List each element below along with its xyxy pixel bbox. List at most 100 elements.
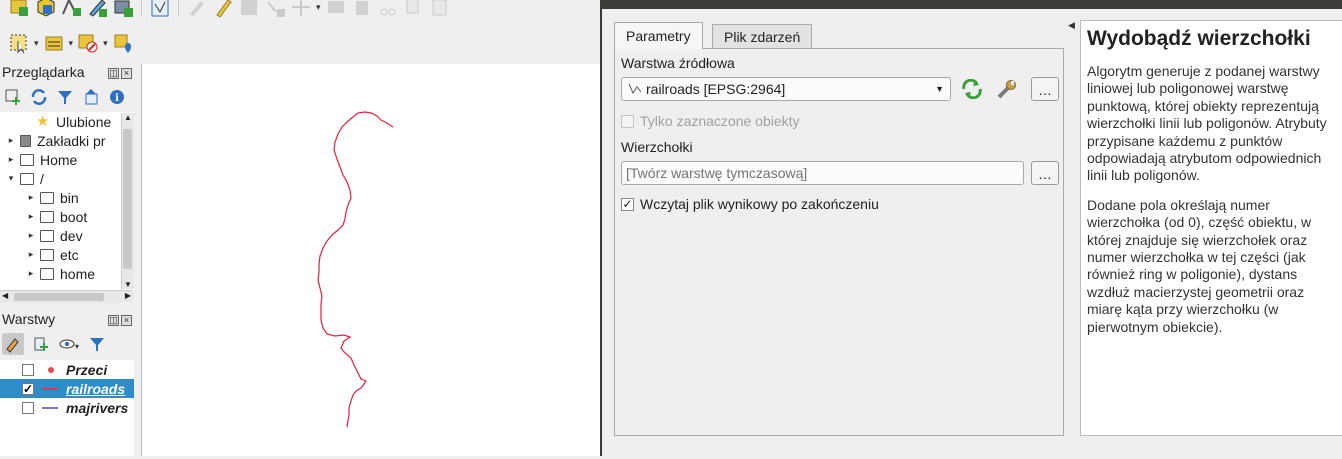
layer-styling-icon[interactable] bbox=[2, 333, 24, 355]
help-paragraph: Dodane pola określają numer wierzchołka … bbox=[1087, 196, 1312, 335]
selected-only-checkbox[interactable]: Tylko zaznaczone obiekty bbox=[621, 113, 800, 129]
close-panel-button[interactable]: × bbox=[121, 68, 132, 79]
edit-icon[interactable] bbox=[186, 0, 208, 18]
source-layer-combo[interactable]: railroads [EPSG:2964] ▼ bbox=[621, 77, 951, 101]
browser-item[interactable]: ▸ dev bbox=[26, 226, 83, 245]
select-features-icon[interactable] bbox=[8, 32, 30, 54]
layer-row[interactable]: Przeci bbox=[0, 360, 134, 379]
add-group-icon[interactable] bbox=[32, 335, 50, 353]
add-selected-layers-icon[interactable] bbox=[4, 88, 22, 106]
checkbox-box[interactable] bbox=[621, 114, 634, 128]
deselect-features-icon[interactable] bbox=[77, 32, 99, 54]
scroll-thumb[interactable] bbox=[14, 293, 104, 301]
chevron-down-icon[interactable]: ▾ bbox=[34, 38, 39, 49]
save-edits-icon[interactable] bbox=[238, 0, 260, 18]
browser-toolbar: i bbox=[0, 85, 126, 109]
browser-item[interactable]: ▸ boot bbox=[26, 207, 88, 226]
info-icon[interactable]: i bbox=[108, 88, 126, 106]
browser-item-label: etc bbox=[60, 246, 79, 263]
modify-attributes-icon[interactable] bbox=[325, 0, 347, 18]
select-location-icon[interactable] bbox=[112, 32, 134, 54]
float-panel-button[interactable]: ◫ bbox=[108, 68, 119, 79]
filter-icon[interactable] bbox=[56, 88, 74, 106]
digitize-line-icon[interactable] bbox=[60, 0, 82, 18]
delete-icon[interactable] bbox=[351, 0, 373, 18]
browser-item-label: / bbox=[40, 170, 44, 187]
layers-panel-buttons: ◫ × bbox=[108, 315, 132, 326]
browser-item[interactable]: ▸ etc bbox=[26, 245, 79, 264]
extract-vertices-dialog: Parametry Plik zdarzeń Warstwa źródłowa … bbox=[600, 0, 1342, 456]
refresh-icon[interactable] bbox=[30, 88, 48, 106]
source-browse-button[interactable]: … bbox=[1031, 77, 1059, 101]
add-feature-icon[interactable] bbox=[264, 0, 286, 18]
pencil-icon[interactable] bbox=[212, 0, 234, 18]
line-layer-icon bbox=[628, 81, 642, 98]
tab-parameters[interactable]: Parametry bbox=[614, 22, 703, 49]
scroll-left-arrow[interactable]: ◀ bbox=[2, 291, 8, 300]
iterate-refresh-icon[interactable] bbox=[961, 78, 983, 102]
scroll-down-arrow[interactable]: ▼ bbox=[123, 280, 133, 289]
collapsed-arrow-icon[interactable]: ▸ bbox=[6, 154, 16, 165]
tab-log[interactable]: Plik zdarzeń bbox=[712, 24, 813, 48]
layer-visibility-checkbox[interactable] bbox=[22, 401, 34, 414]
float-panel-button[interactable]: ◫ bbox=[108, 315, 119, 326]
edit-pencil-icon[interactable] bbox=[86, 0, 108, 18]
browser-item-label: boot bbox=[60, 208, 88, 225]
browser-item[interactable]: ▸ Home bbox=[6, 150, 78, 169]
selection-toolbar: ▾ ▾ ▾ bbox=[0, 30, 134, 56]
toolbar-separator bbox=[141, 0, 142, 17]
expanded-arrow-icon[interactable]: ▾ bbox=[6, 173, 16, 184]
filter-legend-icon[interactable] bbox=[88, 335, 106, 353]
layer-row[interactable]: ✓ railroads bbox=[0, 379, 134, 398]
cut-icon[interactable] bbox=[377, 0, 399, 18]
collapsed-arrow-icon[interactable]: ▸ bbox=[26, 268, 36, 279]
chevron-down-icon[interactable]: ▾ bbox=[69, 38, 74, 49]
browser-item[interactable]: ▸ bin bbox=[26, 188, 79, 207]
browser-item[interactable]: ▸ Zakładki pr bbox=[6, 131, 106, 150]
dialog-titlebar bbox=[602, 0, 1342, 9]
scroll-up-arrow[interactable]: ▲ bbox=[123, 113, 133, 122]
virtual-layer-icon[interactable] bbox=[149, 0, 171, 18]
browser-horizontal-scrollbar[interactable]: ◀ ▶ bbox=[0, 290, 133, 303]
collapse-all-icon[interactable] bbox=[82, 88, 100, 106]
layer-row[interactable]: majrivers bbox=[0, 398, 134, 417]
browser-item[interactable]: ▾ / bbox=[6, 169, 44, 188]
scroll-right-arrow[interactable]: ▶ bbox=[125, 291, 131, 300]
svg-text:i: i bbox=[115, 93, 119, 104]
browser-item[interactable]: ▸ home bbox=[26, 264, 95, 283]
collapsed-arrow-icon[interactable]: ▸ bbox=[6, 135, 16, 146]
browser-item[interactable]: ★ Ulubione bbox=[22, 112, 111, 131]
paste-icon[interactable] bbox=[429, 0, 451, 18]
browser-vertical-scrollbar[interactable]: ▲ ▼ bbox=[121, 113, 134, 289]
output-browse-button[interactable]: … bbox=[1031, 161, 1059, 185]
new-layer-icon[interactable] bbox=[8, 0, 30, 18]
collapse-help-arrow-icon[interactable]: ◀ bbox=[1068, 20, 1075, 31]
top-toolbar: ▾ bbox=[0, 0, 451, 20]
folder-icon bbox=[40, 267, 54, 280]
close-panel-button[interactable]: × bbox=[121, 315, 132, 326]
collapsed-arrow-icon[interactable]: ▸ bbox=[26, 211, 36, 222]
collapsed-arrow-icon[interactable]: ▸ bbox=[26, 192, 36, 203]
collapsed-arrow-icon[interactable]: ▸ bbox=[26, 249, 36, 260]
collapsed-arrow-icon[interactable]: ▸ bbox=[26, 230, 36, 241]
select-by-expression-icon[interactable] bbox=[43, 32, 65, 54]
load-output-checkbox[interactable]: ✓ Wczytaj plik wynikowy po zakończeniu bbox=[621, 196, 879, 212]
output-field[interactable] bbox=[621, 161, 1024, 185]
layer-visibility-checkbox[interactable]: ✓ bbox=[22, 382, 34, 395]
selected-only-label: Tylko zaznaczone obiekty bbox=[640, 113, 800, 129]
wrench-settings-icon[interactable] bbox=[995, 78, 1019, 103]
database-icon[interactable] bbox=[112, 0, 134, 18]
help-panel: Wydobądź wierzchołki Algorytm generuje z… bbox=[1080, 20, 1342, 436]
chevron-down-icon[interactable]: ▾ bbox=[103, 38, 108, 49]
visibility-eye-icon[interactable]: ▾ bbox=[58, 335, 80, 353]
map-canvas[interactable] bbox=[141, 64, 601, 456]
layer-visibility-checkbox[interactable] bbox=[22, 363, 34, 376]
scroll-thumb[interactable] bbox=[123, 129, 132, 269]
folder-icon bbox=[40, 210, 54, 223]
vertex-tool-icon[interactable] bbox=[290, 0, 312, 18]
checkbox-box[interactable]: ✓ bbox=[621, 197, 634, 211]
add-vector-icon[interactable] bbox=[34, 0, 56, 18]
layer-name: majrivers bbox=[66, 399, 129, 416]
copy-icon[interactable] bbox=[403, 0, 425, 18]
chevron-down-icon[interactable]: ▾ bbox=[316, 2, 321, 13]
